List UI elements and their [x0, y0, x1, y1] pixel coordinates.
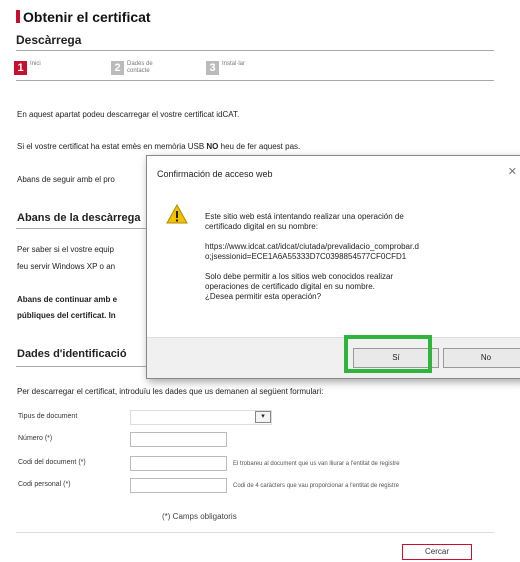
doc-code-field[interactable] [130, 456, 227, 471]
step-1: 1 Inici [14, 61, 41, 75]
before-text-4: públiques del certificat. In [17, 311, 116, 320]
section-heading-identification: Dades d'identificació [17, 348, 127, 360]
doc-code-hint: El trobareu al document que us van lliur… [233, 461, 400, 467]
dialog-question-2: operaciones de certificado digital en su… [205, 282, 375, 291]
dialog-question-3: ¿Desea permitir esta operación? [205, 292, 322, 301]
doc-type-select[interactable] [130, 410, 272, 425]
personal-code-hint: Codi de 4 caràcters que vau proporcionar… [233, 483, 399, 489]
page-subtitle: Descàrrega [16, 33, 82, 47]
step-1-label: Inici [30, 61, 41, 67]
dialog-question-1: Solo debe permitir a los sitios web cono… [205, 272, 394, 281]
intro-text-3: Abans de seguir amb el pro [17, 175, 115, 184]
dialog-url-2: o;jsessionid=ECE1A6A55333D7C0398854577CF… [205, 252, 407, 261]
step-2-label: Dades de contacte [127, 61, 153, 74]
dialog-message-2: certificado digital en su nombre: [205, 222, 318, 231]
no-button[interactable]: No [443, 348, 520, 368]
before-text-3: Abans de continuar amb e [17, 295, 118, 304]
step-2: 2 Dades de contacte [111, 61, 167, 75]
doc-code-label: Codi del document (*) [18, 459, 86, 466]
page-title: Obtenir el certificat [23, 9, 151, 25]
brand-accent-bar [16, 10, 20, 23]
dialog-message-1: Este sitio web está intentando realizar … [205, 212, 404, 221]
step-3: 3 Instal·lar [206, 61, 245, 75]
intro-text-1: En aquest apartat podeu descarregar el v… [17, 110, 240, 119]
dialog-url-1: https://www.idcat.cat/idcat/ciutada/prev… [205, 242, 419, 251]
dialog-footer: Sí No [147, 337, 520, 378]
before-text-1: Per saber si el vostre equip [17, 245, 114, 254]
identification-instructions: Per descarregar el certificat, introduïu… [17, 387, 324, 396]
section-heading-before-download: Abans de la descàrrega [17, 212, 141, 224]
personal-code-field[interactable] [130, 478, 227, 493]
section-divider [16, 228, 146, 229]
yes-button-highlight [344, 335, 432, 373]
dialog-title: Confirmación de acceso web [157, 169, 273, 179]
required-fields-note: (*) Camps obligatoris [162, 512, 237, 521]
form-divider [16, 532, 494, 533]
header-divider [16, 50, 494, 51]
chevron-down-icon[interactable]: ▾ [255, 411, 271, 423]
doc-type-label: Tipus de document [18, 413, 78, 420]
step-3-number: 3 [206, 61, 219, 75]
close-icon[interactable]: ✕ [508, 165, 517, 178]
number-field[interactable] [130, 432, 227, 447]
before-text-2: feu servir Windows XP o an [17, 262, 116, 271]
steps-divider [16, 80, 494, 81]
step-2-number: 2 [111, 61, 124, 75]
step-3-label: Instal·lar [222, 61, 246, 67]
web-access-confirmation-dialog: Confirmación de acceso web ✕ Este sitio … [146, 155, 520, 379]
warning-icon [166, 204, 188, 224]
number-label: Número (*) [18, 435, 53, 442]
step-1-number: 1 [14, 61, 27, 75]
personal-code-label: Codi personal (*) [18, 481, 71, 488]
search-button[interactable]: Cercar [402, 544, 472, 560]
intro-text-2: Si el vostre certificat ha estat emès en… [17, 142, 301, 151]
